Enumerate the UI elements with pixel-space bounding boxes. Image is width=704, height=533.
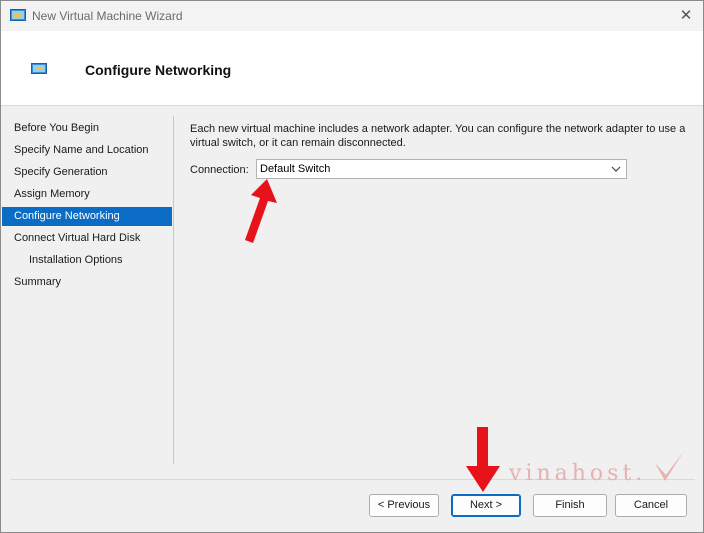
sidebar-item-name-location[interactable]: Specify Name and Location — [2, 141, 172, 160]
hyper-v-icon — [10, 9, 26, 21]
watermark-logo-icon — [655, 451, 684, 481]
wizard-steps-sidebar: Before You Begin Specify Name and Locati… — [1, 106, 173, 466]
sidebar-item-summary[interactable]: Summary — [2, 273, 172, 292]
close-icon[interactable]: ✕ — [677, 7, 695, 25]
sidebar-item-networking[interactable]: Configure Networking — [2, 207, 172, 226]
sidebar-item-generation[interactable]: Specify Generation — [2, 163, 172, 182]
window-title: New Virtual Machine Wizard — [32, 9, 183, 23]
connection-label: Connection: — [190, 164, 249, 176]
connection-dropdown[interactable]: Default Switch — [256, 159, 627, 179]
cancel-button[interactable]: Cancel — [615, 494, 687, 517]
network-icon — [31, 63, 47, 74]
sidebar-item-memory[interactable]: Assign Memory — [2, 185, 172, 204]
title-bar: New Virtual Machine Wizard ✕ — [1, 1, 703, 31]
connection-selected-value: Default Switch — [260, 163, 331, 175]
annotation-arrow-down-icon — [466, 427, 500, 492]
previous-button[interactable]: < Previous — [369, 494, 439, 517]
chevron-down-icon — [611, 166, 621, 172]
sidebar-item-before-you-begin[interactable]: Before You Begin — [2, 119, 172, 138]
sidebar-item-installation-options[interactable]: Installation Options — [2, 251, 172, 270]
watermark-text: vinahost. — [509, 461, 647, 486]
page-title: Configure Networking — [85, 62, 232, 78]
annotation-arrow-up-icon — [245, 179, 277, 243]
sidebar-divider — [173, 116, 174, 464]
sidebar-item-hard-disk[interactable]: Connect Virtual Hard Disk — [2, 229, 172, 248]
description-text: Each new virtual machine includes a netw… — [190, 123, 686, 149]
next-button[interactable]: Next > — [451, 494, 521, 517]
wizard-window: New Virtual Machine Wizard ✕ Configure N… — [0, 0, 704, 533]
page-header: Configure Networking — [1, 31, 703, 106]
finish-button[interactable]: Finish — [533, 494, 607, 517]
